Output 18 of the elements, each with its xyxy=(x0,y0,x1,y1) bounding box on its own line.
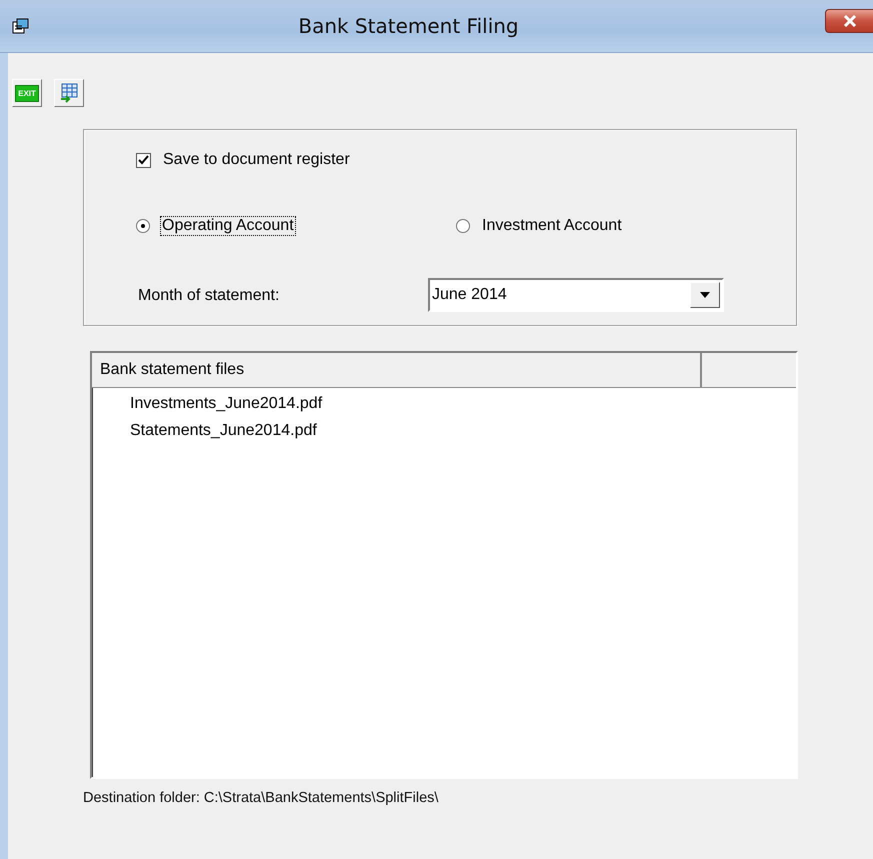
window-title: Bank Statement Filing xyxy=(298,14,519,38)
close-button[interactable] xyxy=(825,9,873,33)
save-checkbox[interactable] xyxy=(136,152,151,168)
account-radio-label[interactable]: Investment Account xyxy=(480,216,624,236)
month-dropdown[interactable]: June 2014 xyxy=(428,278,724,312)
file-item[interactable]: Statements_June2014.pdf xyxy=(92,415,796,442)
table-export-button[interactable] xyxy=(54,79,84,107)
column-header[interactable]: Bank statement files xyxy=(92,353,702,387)
destination-folder-text: Destination folder: C:\Strata\BankStatements\SplitFiles\ xyxy=(83,790,440,806)
file-item[interactable]: Investments_June2014.pdf xyxy=(92,388,796,415)
caret-icon xyxy=(700,292,710,298)
account-radio-label[interactable]: Operating Account xyxy=(160,216,296,236)
account-radio[interactable] xyxy=(456,219,470,233)
account-radio[interactable] xyxy=(136,219,150,233)
save-checkbox-label[interactable]: Save to document register xyxy=(161,150,352,170)
dropdown-button[interactable] xyxy=(690,282,720,308)
month-label: Month of statement: xyxy=(137,286,280,306)
close-icon xyxy=(842,15,856,27)
